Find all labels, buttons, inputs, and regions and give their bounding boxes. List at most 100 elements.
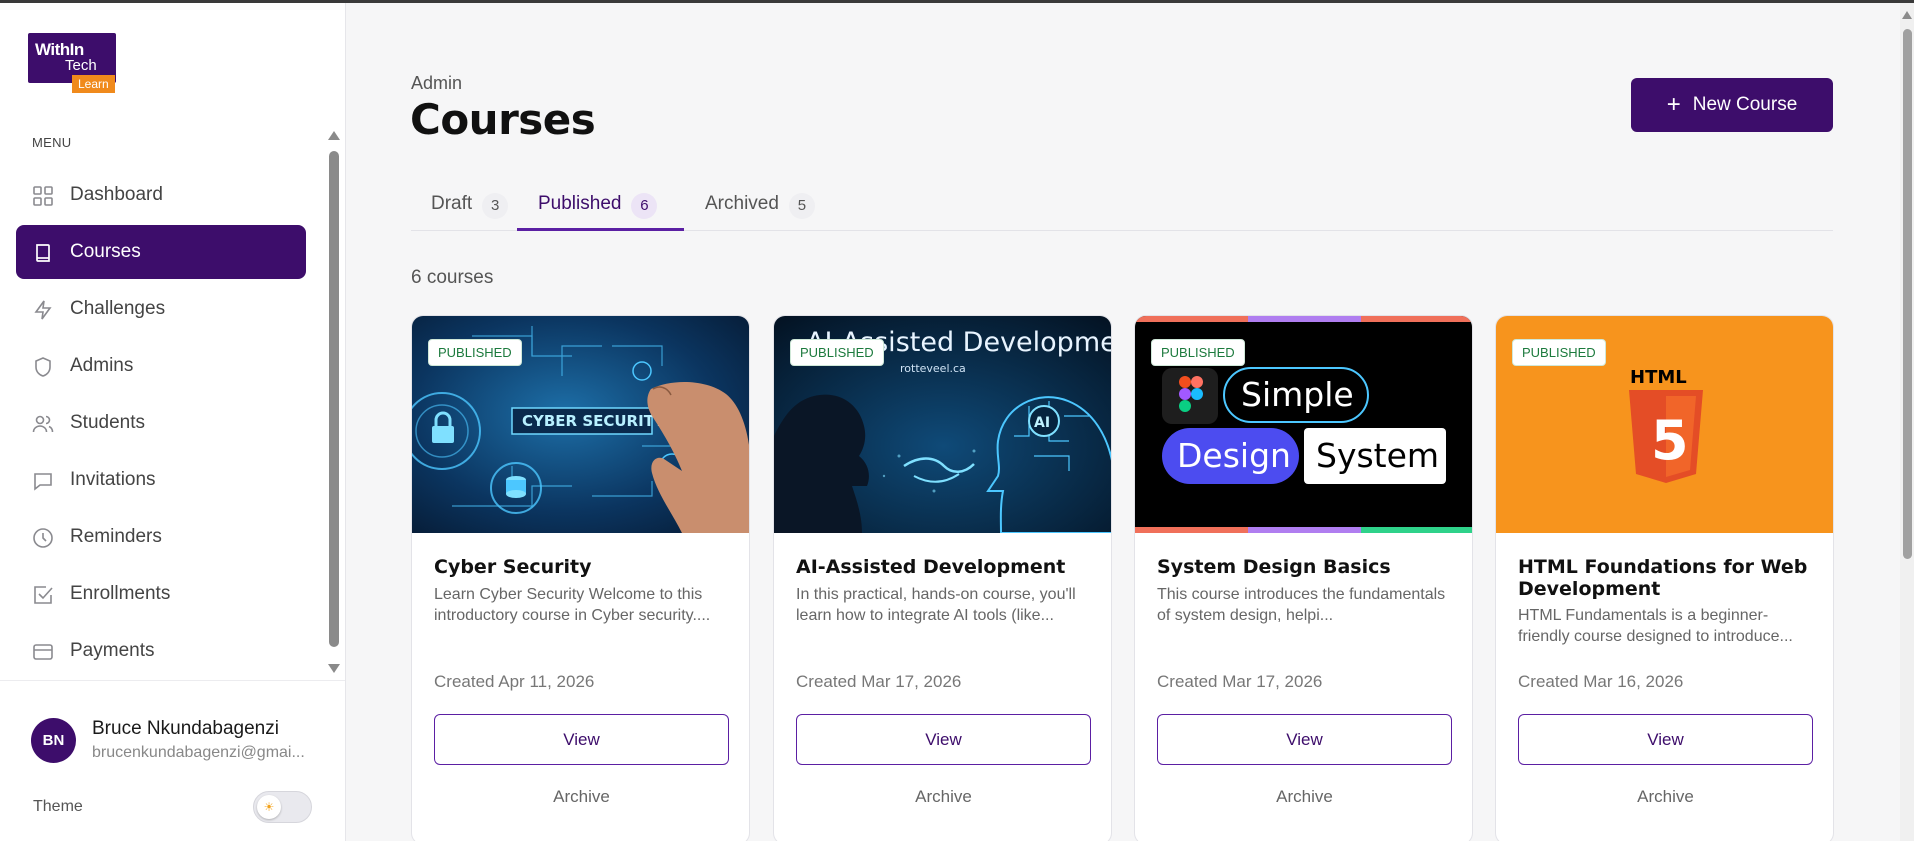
sidebar-nav: Dashboard Courses Challenges Admins Stud… xyxy=(16,168,306,681)
tab-count-badge: 5 xyxy=(788,193,815,219)
tab-draft[interactable]: Draft 3 xyxy=(411,183,516,231)
sidebar-item-invitations[interactable]: Invitations xyxy=(16,453,306,507)
page-title: Courses xyxy=(410,95,596,144)
thumb-subtext: rotteveel.ca xyxy=(900,362,966,375)
theme-label: Theme xyxy=(33,798,83,815)
view-button[interactable]: View xyxy=(1518,714,1813,765)
user-profile[interactable]: BN Bruce Nkundabagenzi brucenkundabagenz… xyxy=(31,718,331,768)
bolt-icon xyxy=(34,300,52,320)
sidebar-item-admins[interactable]: Admins xyxy=(16,339,306,393)
course-created-date: Created Mar 17, 2026 xyxy=(796,672,962,691)
course-created-date: Created Apr 11, 2026 xyxy=(434,672,595,691)
status-badge: PUBLISHED xyxy=(1512,339,1606,366)
grid-icon xyxy=(33,186,53,206)
archive-button[interactable]: Archive xyxy=(1135,787,1472,807)
shield-icon xyxy=(35,357,51,377)
menu-heading: MENU xyxy=(32,135,72,150)
status-badge: PUBLISHED xyxy=(428,339,522,366)
tab-label: Draft xyxy=(431,193,473,214)
breadcrumb[interactable]: Admin xyxy=(411,73,462,94)
checkbox-icon xyxy=(34,586,53,604)
clock-icon xyxy=(33,528,53,548)
sidebar-item-label: Students xyxy=(70,412,145,433)
sidebar-item-enrollments[interactable]: Enrollments xyxy=(16,567,306,621)
course-card[interactable]: CYBER SECURITY PUBLISHED Cyber Security … xyxy=(411,315,750,841)
course-title[interactable]: AI-Assisted Development xyxy=(796,556,1096,578)
sidebar-item-students[interactable]: Students xyxy=(16,396,306,450)
new-course-button[interactable]: + New Course xyxy=(1631,78,1833,132)
scroll-up-arrow-icon[interactable] xyxy=(328,131,340,140)
course-card[interactable]: HTML 5 PUBLISHED HTML Foundations for We… xyxy=(1495,315,1834,841)
sidebar-item-label: Courses xyxy=(70,241,141,262)
view-button[interactable]: View xyxy=(434,714,729,765)
plus-icon: + xyxy=(1666,91,1681,118)
sidebar-item-label: Dashboard xyxy=(70,184,163,205)
course-title[interactable]: Cyber Security xyxy=(434,556,734,578)
course-thumbnail-html: HTML 5 PUBLISHED xyxy=(1496,316,1833,533)
sidebar-item-payments[interactable]: Payments xyxy=(16,624,306,678)
page-scrollbar[interactable] xyxy=(1900,3,1914,841)
sidebar-item-label: Admins xyxy=(70,355,134,376)
theme-toggle[interactable]: ☀ xyxy=(253,791,312,823)
course-description: In this practical, hands-on course, you'… xyxy=(796,586,1076,624)
users-icon xyxy=(32,415,54,433)
new-course-label: New Course xyxy=(1692,94,1798,115)
tab-count-badge: 3 xyxy=(482,193,509,219)
card-icon xyxy=(33,644,53,660)
view-button[interactable]: View xyxy=(796,714,1091,765)
course-title[interactable]: System Design Basics xyxy=(1157,556,1457,578)
status-badge: PUBLISHED xyxy=(790,339,884,366)
sidebar-item-label: Enrollments xyxy=(70,583,171,604)
sidebar-item-label: Challenges xyxy=(70,298,166,319)
thumb-number: 5 xyxy=(1651,409,1689,472)
status-badge: PUBLISHED xyxy=(1151,339,1245,366)
tab-published[interactable]: Published 6 xyxy=(517,183,684,231)
course-created-date: Created Mar 16, 2026 xyxy=(1518,672,1684,691)
course-thumbnail-ai-development: AI-Assisted Development rotteveel.ca AI … xyxy=(774,316,1111,533)
sidebar: WithIn Tech Learn MENU Dashboard Courses… xyxy=(0,3,346,841)
sidebar-item-courses[interactable]: Courses xyxy=(16,225,306,279)
logo-word-tech: Tech xyxy=(65,57,97,74)
archive-button[interactable]: Archive xyxy=(774,787,1111,807)
course-thumbnail-system-design: Simple Design System PUBLISHED xyxy=(1135,316,1472,533)
sidebar-item-label: Reminders xyxy=(70,526,162,547)
sidebar-item-label: Payments xyxy=(70,640,155,661)
main-content: Admin Courses + New Course Draft 3 Publi… xyxy=(346,3,1914,841)
avatar: BN xyxy=(31,718,76,763)
book-icon xyxy=(36,244,50,262)
thumb-word: Simple xyxy=(1241,375,1354,414)
course-card[interactable]: AI-Assisted Development rotteveel.ca AI … xyxy=(773,315,1112,841)
tab-count-badge: 6 xyxy=(631,193,658,219)
sidebar-item-challenges[interactable]: Challenges xyxy=(16,282,306,336)
thumb-text: HTML xyxy=(1630,367,1687,388)
thumb-text: CYBER SECURITY xyxy=(522,412,666,430)
user-email: brucenkundabagenzi@gmai... xyxy=(92,744,305,761)
course-card[interactable]: Simple Design System PUBLISHED System De… xyxy=(1134,315,1473,841)
status-tabs: Draft 3 Published 6 Archived 5 xyxy=(411,183,1833,231)
logo-badge-learn: Learn xyxy=(72,75,115,93)
tab-label: Archived xyxy=(705,193,779,214)
course-count: 6 courses xyxy=(411,267,494,288)
tab-label: Published xyxy=(538,193,622,214)
course-thumbnail-cyber-security: CYBER SECURITY PUBLISHED xyxy=(412,316,749,533)
sun-icon: ☀ xyxy=(257,795,281,819)
course-description: Learn Cyber Security Welcome to this int… xyxy=(434,586,711,624)
scroll-down-arrow-icon[interactable] xyxy=(328,664,340,673)
sidebar-scrollbar[interactable] xyxy=(327,128,341,673)
sidebar-item-reminders[interactable]: Reminders xyxy=(16,510,306,564)
course-description: HTML Fundamentals is a beginner-friendly… xyxy=(1518,607,1793,645)
scroll-up-arrow-icon[interactable] xyxy=(1902,11,1912,19)
archive-button[interactable]: Archive xyxy=(1496,787,1833,807)
course-description: This course introduces the fundamentals … xyxy=(1157,586,1446,624)
sidebar-scroll-thumb[interactable] xyxy=(329,151,339,647)
sidebar-item-dashboard[interactable]: Dashboard xyxy=(16,168,306,222)
brand-logo[interactable]: WithIn Tech Learn xyxy=(28,33,123,98)
view-button[interactable]: View xyxy=(1157,714,1452,765)
sidebar-item-label: Invitations xyxy=(70,469,156,490)
course-title[interactable]: HTML Foundations for Web Development xyxy=(1518,556,1818,600)
thumb-word: System xyxy=(1316,436,1439,475)
tab-archived[interactable]: Archived 5 xyxy=(696,183,826,231)
archive-button[interactable]: Archive xyxy=(412,787,749,807)
sidebar-divider xyxy=(0,680,345,681)
page-scroll-thumb[interactable] xyxy=(1903,29,1912,559)
